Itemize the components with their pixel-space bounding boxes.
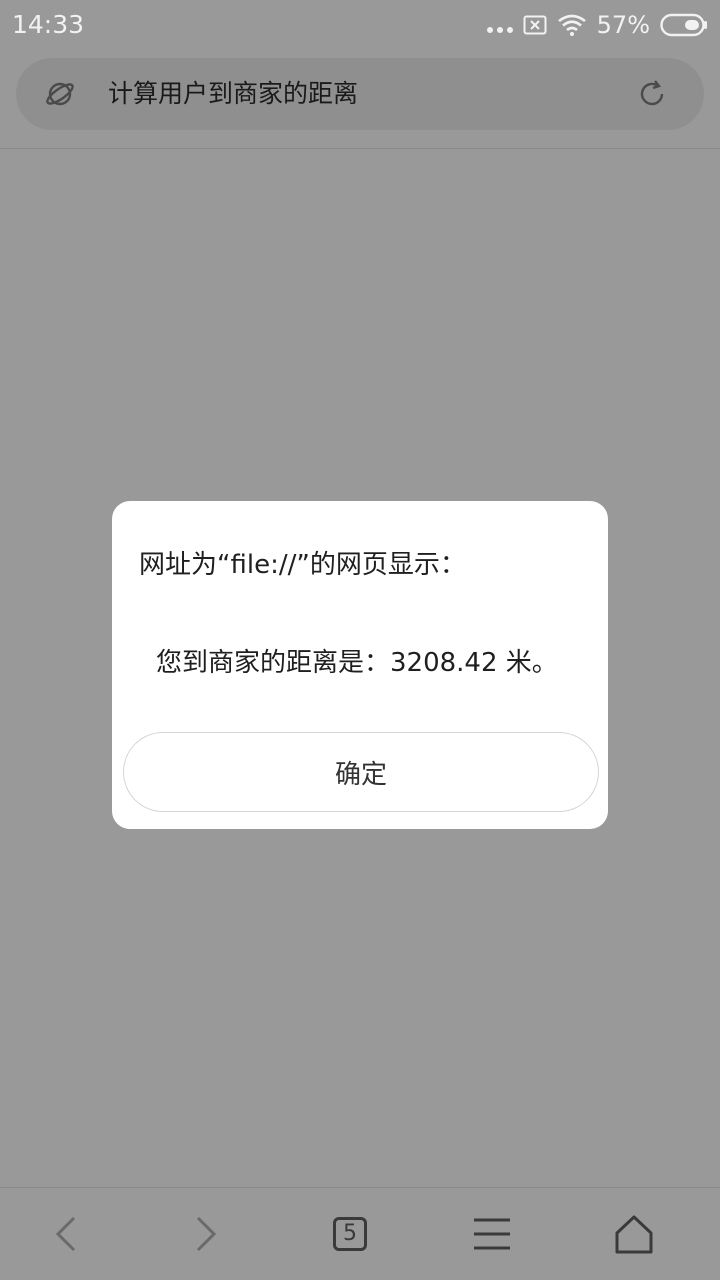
forward-button[interactable] — [182, 1210, 230, 1258]
home-button[interactable] — [610, 1210, 658, 1258]
status-icons: 57% — [486, 10, 708, 40]
tab-count-badge: 5 — [333, 1217, 367, 1251]
alert-dialog: 网址为“file://”的网页显示： 您到商家的距离是：3208.42 米。 确… — [112, 501, 608, 829]
page-title[interactable]: 计算用户到商家的距离 — [108, 76, 358, 112]
back-button[interactable] — [42, 1210, 90, 1258]
ok-button[interactable]: 确定 — [123, 732, 599, 812]
dialog-title: 网址为“file://”的网页显示： — [139, 550, 466, 580]
hamburger-menu-icon — [474, 1218, 510, 1250]
reload-icon[interactable] — [636, 78, 668, 110]
dialog-message: 您到商家的距离是：3208.42 米。 — [156, 648, 558, 678]
wifi-icon — [557, 14, 586, 36]
chevron-right-icon — [196, 1216, 217, 1252]
menu-button[interactable] — [468, 1210, 516, 1258]
home-icon — [615, 1215, 653, 1254]
address-bar[interactable]: 计算用户到商家的距离 — [16, 58, 704, 130]
no-sim-icon — [523, 15, 547, 35]
toolbar-divider — [0, 148, 720, 149]
status-bar: 14:33 57% — [0, 0, 720, 50]
tabs-button[interactable]: 5 — [326, 1210, 374, 1258]
planet-icon — [46, 82, 74, 106]
browser-screen: 14:33 57% 计算用户到商家的距离 网址为“file://”的网页显示： … — [0, 0, 720, 1280]
battery-percent: 57% — [596, 11, 650, 39]
battery-icon — [660, 13, 707, 37]
more-dots-icon — [486, 10, 513, 40]
chevron-left-icon — [55, 1216, 76, 1252]
status-time: 14:33 — [12, 10, 85, 39]
bottom-nav-bar: 5 — [0, 1188, 720, 1280]
